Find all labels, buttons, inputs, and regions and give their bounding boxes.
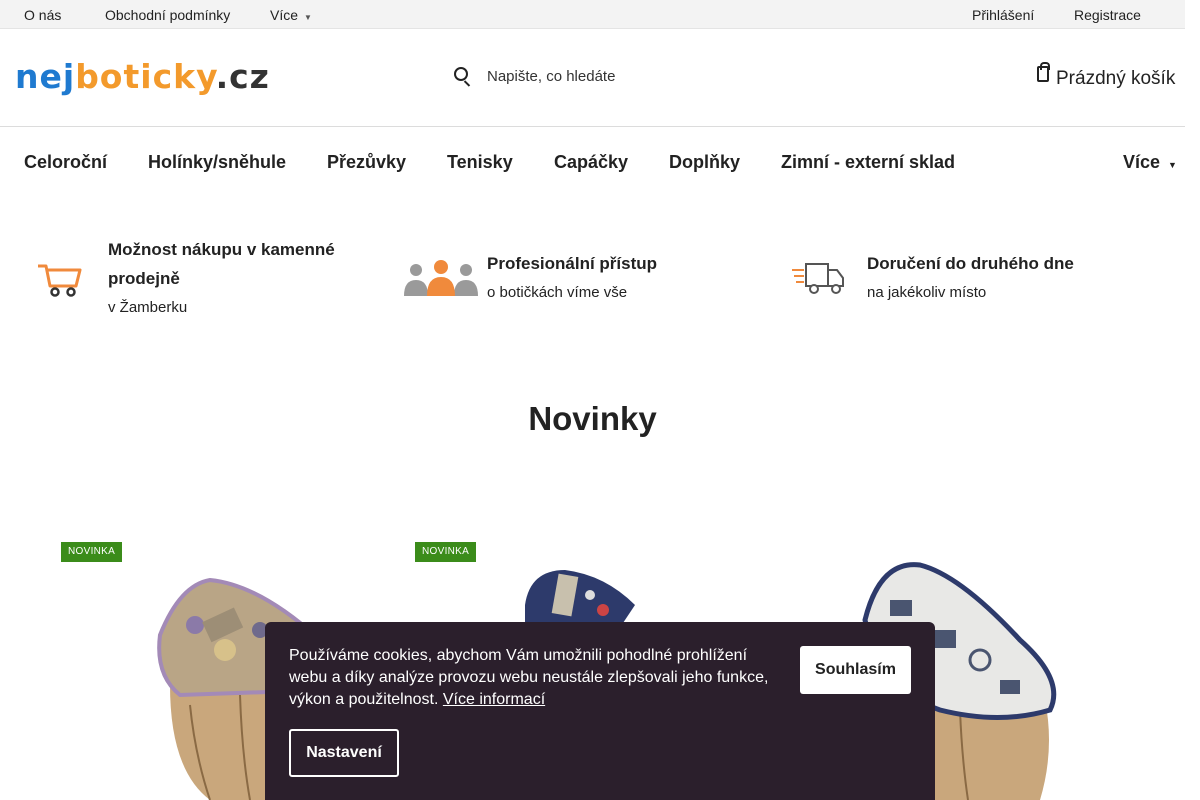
cookie-settings-button[interactable]: Nastavení bbox=[289, 729, 399, 777]
chevron-down-icon: ▼ bbox=[304, 13, 312, 22]
logo-part-nej: nej bbox=[15, 57, 76, 96]
nav-item-zimni[interactable]: Zimní - externí sklad bbox=[781, 152, 955, 173]
benefit-title: Profesionální přístup bbox=[487, 254, 658, 273]
search-icon[interactable] bbox=[454, 67, 468, 81]
search-placeholder: Napište, co hledáte bbox=[487, 68, 616, 85]
main-navigation: Celoroční Holínky/sněhule Přezůvky Tenis… bbox=[0, 127, 1185, 197]
benefit-subtitle: v Žamberku bbox=[108, 299, 188, 316]
top-link-about[interactable]: O nás bbox=[24, 7, 61, 23]
search-input[interactable]: Napište, co hledáte bbox=[450, 63, 750, 93]
top-bar: O nás Obchodní podmínky Více ▼ Přihlášení… bbox=[0, 0, 1185, 29]
nav-item-doplnky[interactable]: Doplňky bbox=[669, 152, 740, 173]
benefit-professional: Profesionální přístup o botičkách víme v… bbox=[487, 249, 747, 339]
site-header: nejboticky.cz Napište, co hledáte Prázdn… bbox=[0, 29, 1185, 127]
cookie-message: Používáme cookies, abychom Vám umožnili … bbox=[289, 645, 789, 711]
benefit-subtitle: o botičkách víme vše bbox=[487, 284, 628, 301]
shopping-bag-icon bbox=[1037, 62, 1050, 82]
nav-item-celorocni[interactable]: Celoroční bbox=[24, 152, 107, 173]
nav-item-tenisky[interactable]: Tenisky bbox=[447, 152, 513, 173]
cart-label: Prázdný košík bbox=[1056, 68, 1176, 89]
product-badge-new: NOVINKA bbox=[61, 542, 123, 562]
top-link-terms[interactable]: Obchodní podmínky bbox=[105, 7, 230, 23]
benefit-title: Doručení do druhého dne bbox=[867, 254, 1074, 273]
page-scrollbar[interactable] bbox=[1185, 0, 1200, 800]
benefit-delivery: Doručení do druhého dne na jakékoliv mís… bbox=[867, 249, 1147, 339]
chevron-down-icon: ▼ bbox=[1168, 160, 1177, 170]
cookie-banner: Používáme cookies, abychom Vám umožnili … bbox=[265, 622, 935, 800]
cookie-accept-button[interactable]: Souhlasím bbox=[800, 646, 911, 694]
logo-part-cz: .cz bbox=[215, 57, 270, 96]
logo-part-boticky: boticky bbox=[75, 57, 216, 96]
nav-item-prezuvky[interactable]: Přezůvky bbox=[327, 152, 406, 173]
nav-more-label: Více bbox=[1123, 152, 1161, 172]
top-link-more[interactable]: Více ▼ bbox=[270, 7, 312, 23]
site-logo[interactable]: nejboticky.cz bbox=[15, 57, 270, 96]
nav-item-more[interactable]: Více ▼ bbox=[1123, 152, 1177, 173]
benefit-title: Možnost nákupu v kamenné prodejně bbox=[108, 240, 335, 288]
shopping-cart-icon bbox=[38, 264, 82, 297]
top-link-more-label: Více bbox=[270, 7, 299, 23]
section-title-novinky: Novinky bbox=[528, 400, 657, 437]
nav-item-holinky[interactable]: Holínky/sněhule bbox=[148, 152, 286, 173]
login-link[interactable]: Přihlášení bbox=[972, 7, 1034, 23]
cookie-more-info-link[interactable]: Více informací bbox=[443, 691, 545, 708]
benefit-store: Možnost nákupu v kamenné prodejně v Žamb… bbox=[108, 235, 368, 325]
people-group-icon bbox=[404, 260, 478, 296]
benefit-subtitle: na jakékoliv místo bbox=[867, 284, 987, 301]
register-link[interactable]: Registrace bbox=[1074, 7, 1141, 23]
nav-item-capacky[interactable]: Capáčky bbox=[554, 152, 628, 173]
delivery-truck-icon bbox=[792, 263, 844, 294]
product-badge-new: NOVINKA bbox=[415, 542, 477, 562]
